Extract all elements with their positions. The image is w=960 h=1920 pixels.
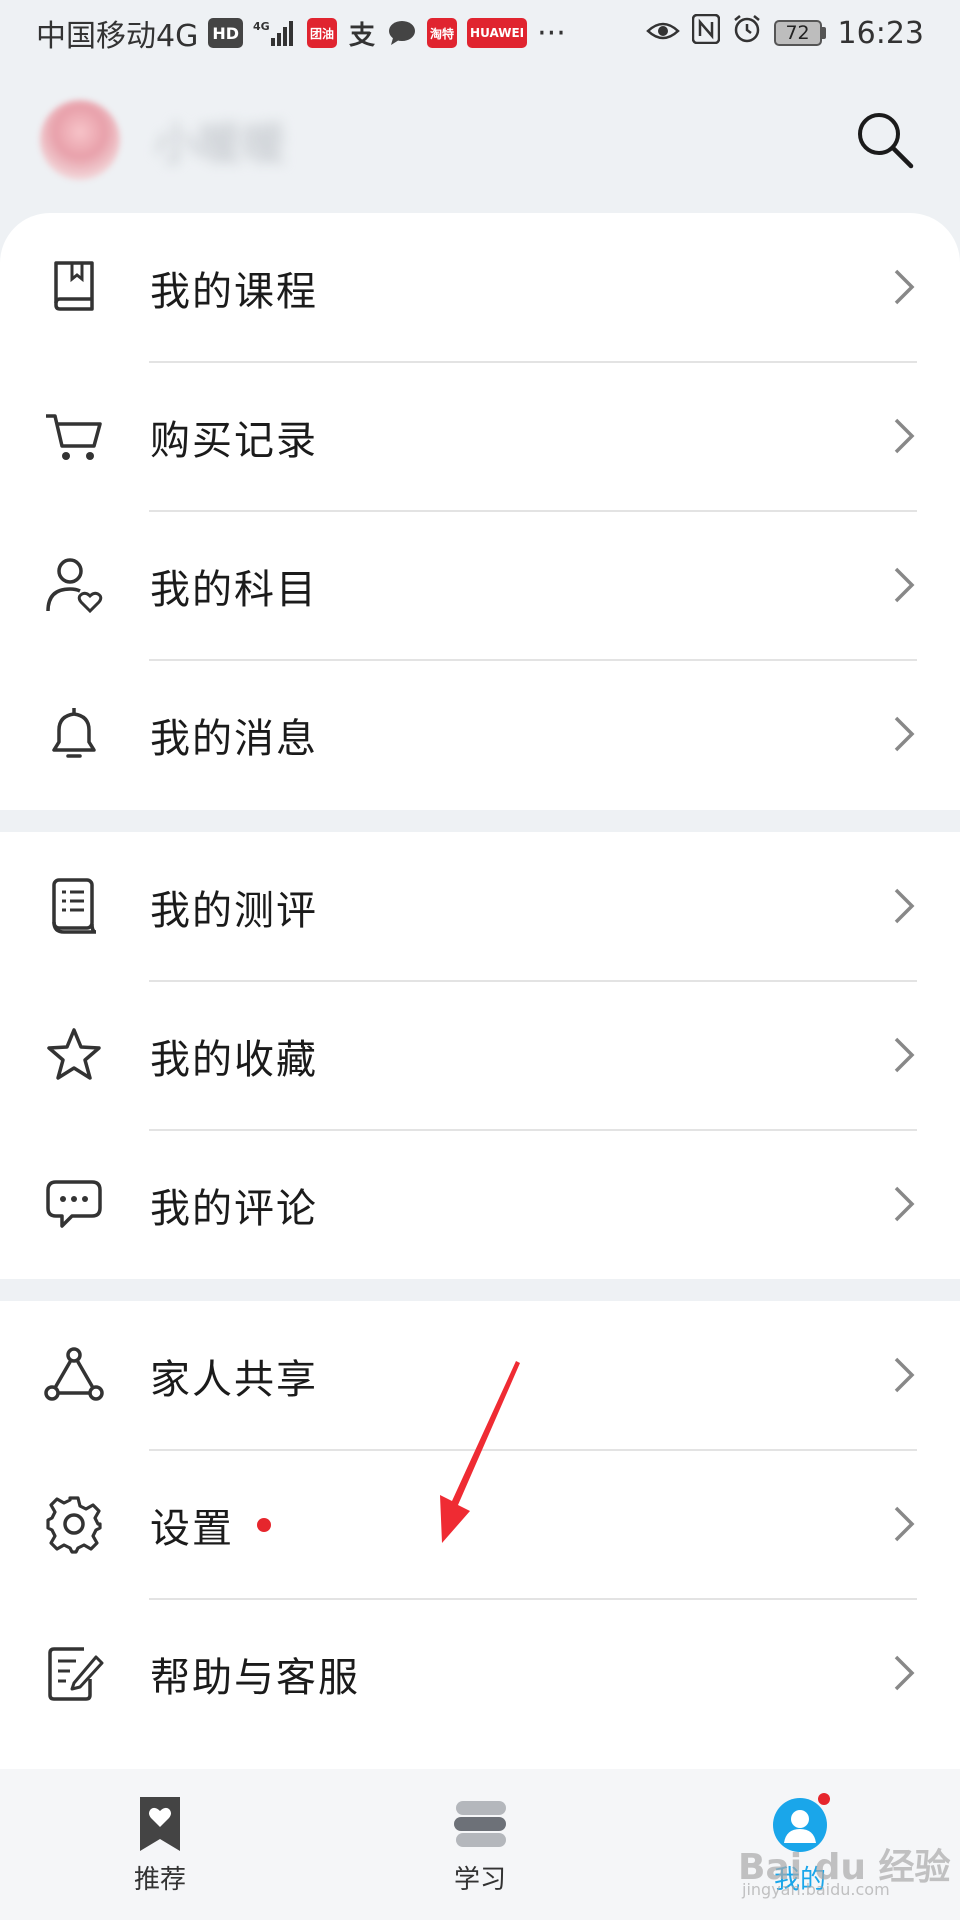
triangle-nodes-icon	[44, 1347, 104, 1401]
carrier-label: 中国移动4G	[36, 19, 199, 54]
star-icon	[47, 1028, 101, 1080]
battery-icon: 72	[773, 20, 826, 46]
menu-item-label: 我的消息	[150, 715, 318, 762]
tab-recommend[interactable]: 推荐	[60, 1769, 260, 1920]
battery-level: 72	[773, 20, 822, 46]
tab-study[interactable]: 学习	[380, 1769, 580, 1920]
edit-note-icon	[48, 1647, 104, 1701]
new-badge-dot	[257, 1518, 271, 1532]
menu-item-courses[interactable]: 我的课程	[0, 213, 960, 362]
chat-bubble-icon	[46, 1180, 102, 1228]
chevron-right-icon	[894, 269, 915, 305]
search-button[interactable]	[850, 105, 920, 175]
menu-item-evaluations[interactable]: 我的测评	[0, 832, 960, 981]
tab-label: 推荐	[133, 1865, 186, 1895]
menu-item-label: 我的评论	[150, 1185, 318, 1232]
menu-item-label: 我的收藏	[150, 1036, 318, 1083]
signal-icon: 4G	[253, 18, 297, 48]
book-icon	[54, 261, 94, 311]
svg-text:4G: 4G	[253, 20, 270, 33]
annotation-arrow	[440, 1361, 520, 1543]
menu-item-label: 设置	[150, 1505, 234, 1552]
chevron-right-icon	[894, 1506, 915, 1542]
eye-icon	[645, 16, 680, 51]
menu-card-1: 我的课程 购买记录 我的科目 我的消息	[0, 213, 960, 810]
chevron-right-icon	[894, 1186, 915, 1222]
menu-item-label: 家人共享	[150, 1356, 318, 1403]
nfc-icon	[691, 13, 720, 52]
books-stack-icon	[454, 1801, 506, 1847]
avatar[interactable]	[40, 100, 120, 180]
chevron-right-icon	[894, 1037, 915, 1073]
hd-icon: HD	[208, 18, 244, 48]
status-bar: 中国移动4G HD 4G 团油 支 淘特 HUAWEI ··· 72 16:23	[0, 0, 960, 66]
menu-item-messages[interactable]: 我的消息	[0, 660, 960, 809]
bottom-tab-bar: 推荐 学习 我的 Bai du 经验 jingyan.baidu.com	[0, 1769, 960, 1920]
menu-item-label: 购买记录	[150, 417, 318, 464]
app-badge-icon: HUAWEI	[467, 18, 528, 48]
profile-header: 小暖暖	[0, 80, 960, 200]
chevron-right-icon	[894, 1357, 915, 1393]
bell-icon	[52, 708, 96, 758]
gear-icon	[46, 1496, 102, 1554]
chevron-right-icon	[894, 716, 915, 752]
app-badge-icon: 团油	[307, 18, 338, 48]
menu-item-help[interactable]: 帮助与客服	[0, 1599, 960, 1748]
clock-time: 16:23	[837, 15, 924, 51]
chevron-right-icon	[894, 888, 915, 924]
menu-item-label: 我的课程	[150, 268, 318, 315]
alipay-icon: 支	[349, 20, 376, 51]
menu-item-label: 我的测评	[150, 887, 318, 934]
chevron-right-icon	[894, 1655, 915, 1691]
person-heart-icon	[46, 558, 103, 614]
chevron-right-icon	[894, 567, 915, 603]
tab-label: 学习	[453, 1865, 506, 1895]
chevron-right-icon	[894, 418, 915, 454]
bookmark-heart-icon	[140, 1797, 180, 1851]
username[interactable]: 小暖暖	[154, 108, 286, 172]
message-icon	[387, 18, 417, 48]
search-icon	[858, 113, 914, 169]
more-notifications-icon: ···	[537, 15, 566, 51]
app-badge-icon: 淘特	[427, 18, 458, 48]
alarm-icon	[732, 14, 762, 52]
menu-item-comments[interactable]: 我的评论	[0, 1130, 960, 1279]
menu-item-favorites[interactable]: 我的收藏	[0, 981, 960, 1130]
menu-card-2: 我的测评 我的收藏 我的评论	[0, 832, 960, 1279]
menu-item-purchases[interactable]: 购买记录	[0, 362, 960, 511]
cart-icon	[46, 414, 102, 460]
list-document-icon	[52, 878, 97, 934]
watermark-url: jingyan.baidu.com	[742, 1880, 890, 1899]
menu-item-label: 帮助与客服	[150, 1654, 360, 1701]
menu-item-label: 我的科目	[150, 566, 318, 613]
menu-item-subjects[interactable]: 我的科目	[0, 511, 960, 660]
